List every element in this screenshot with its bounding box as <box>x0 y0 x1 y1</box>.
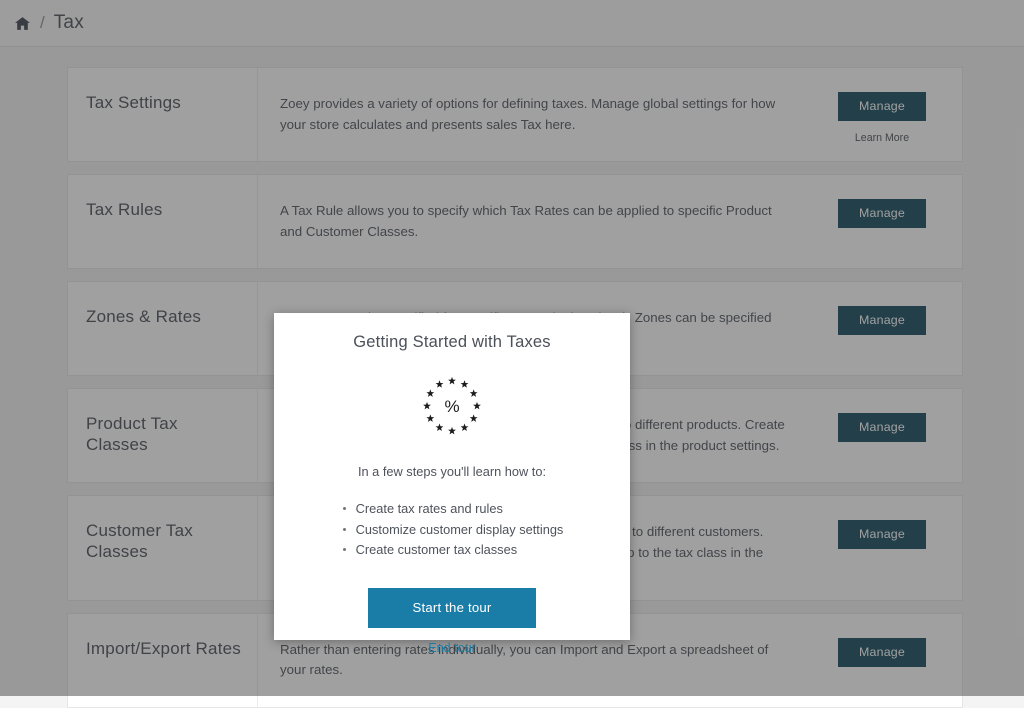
getting-started-modal: Getting Started with Taxes % In a few st… <box>274 313 630 640</box>
modal-intro-text: In a few steps you'll learn how to: <box>302 464 602 479</box>
start-tour-button[interactable]: Start the tour <box>368 588 536 628</box>
list-item: Create tax rates and rules <box>341 499 564 520</box>
benefit-list: Create tax rates and rules Customize cus… <box>341 499 564 561</box>
list-item: Create customer tax classes <box>341 540 564 561</box>
end-tour-link[interactable]: End tour <box>428 641 476 655</box>
percent-symbol: % <box>444 397 459 416</box>
modal-title: Getting Started with Taxes <box>302 333 602 352</box>
list-item: Customize customer display settings <box>341 520 564 541</box>
tax-percent-stars-icon: % <box>413 370 491 442</box>
